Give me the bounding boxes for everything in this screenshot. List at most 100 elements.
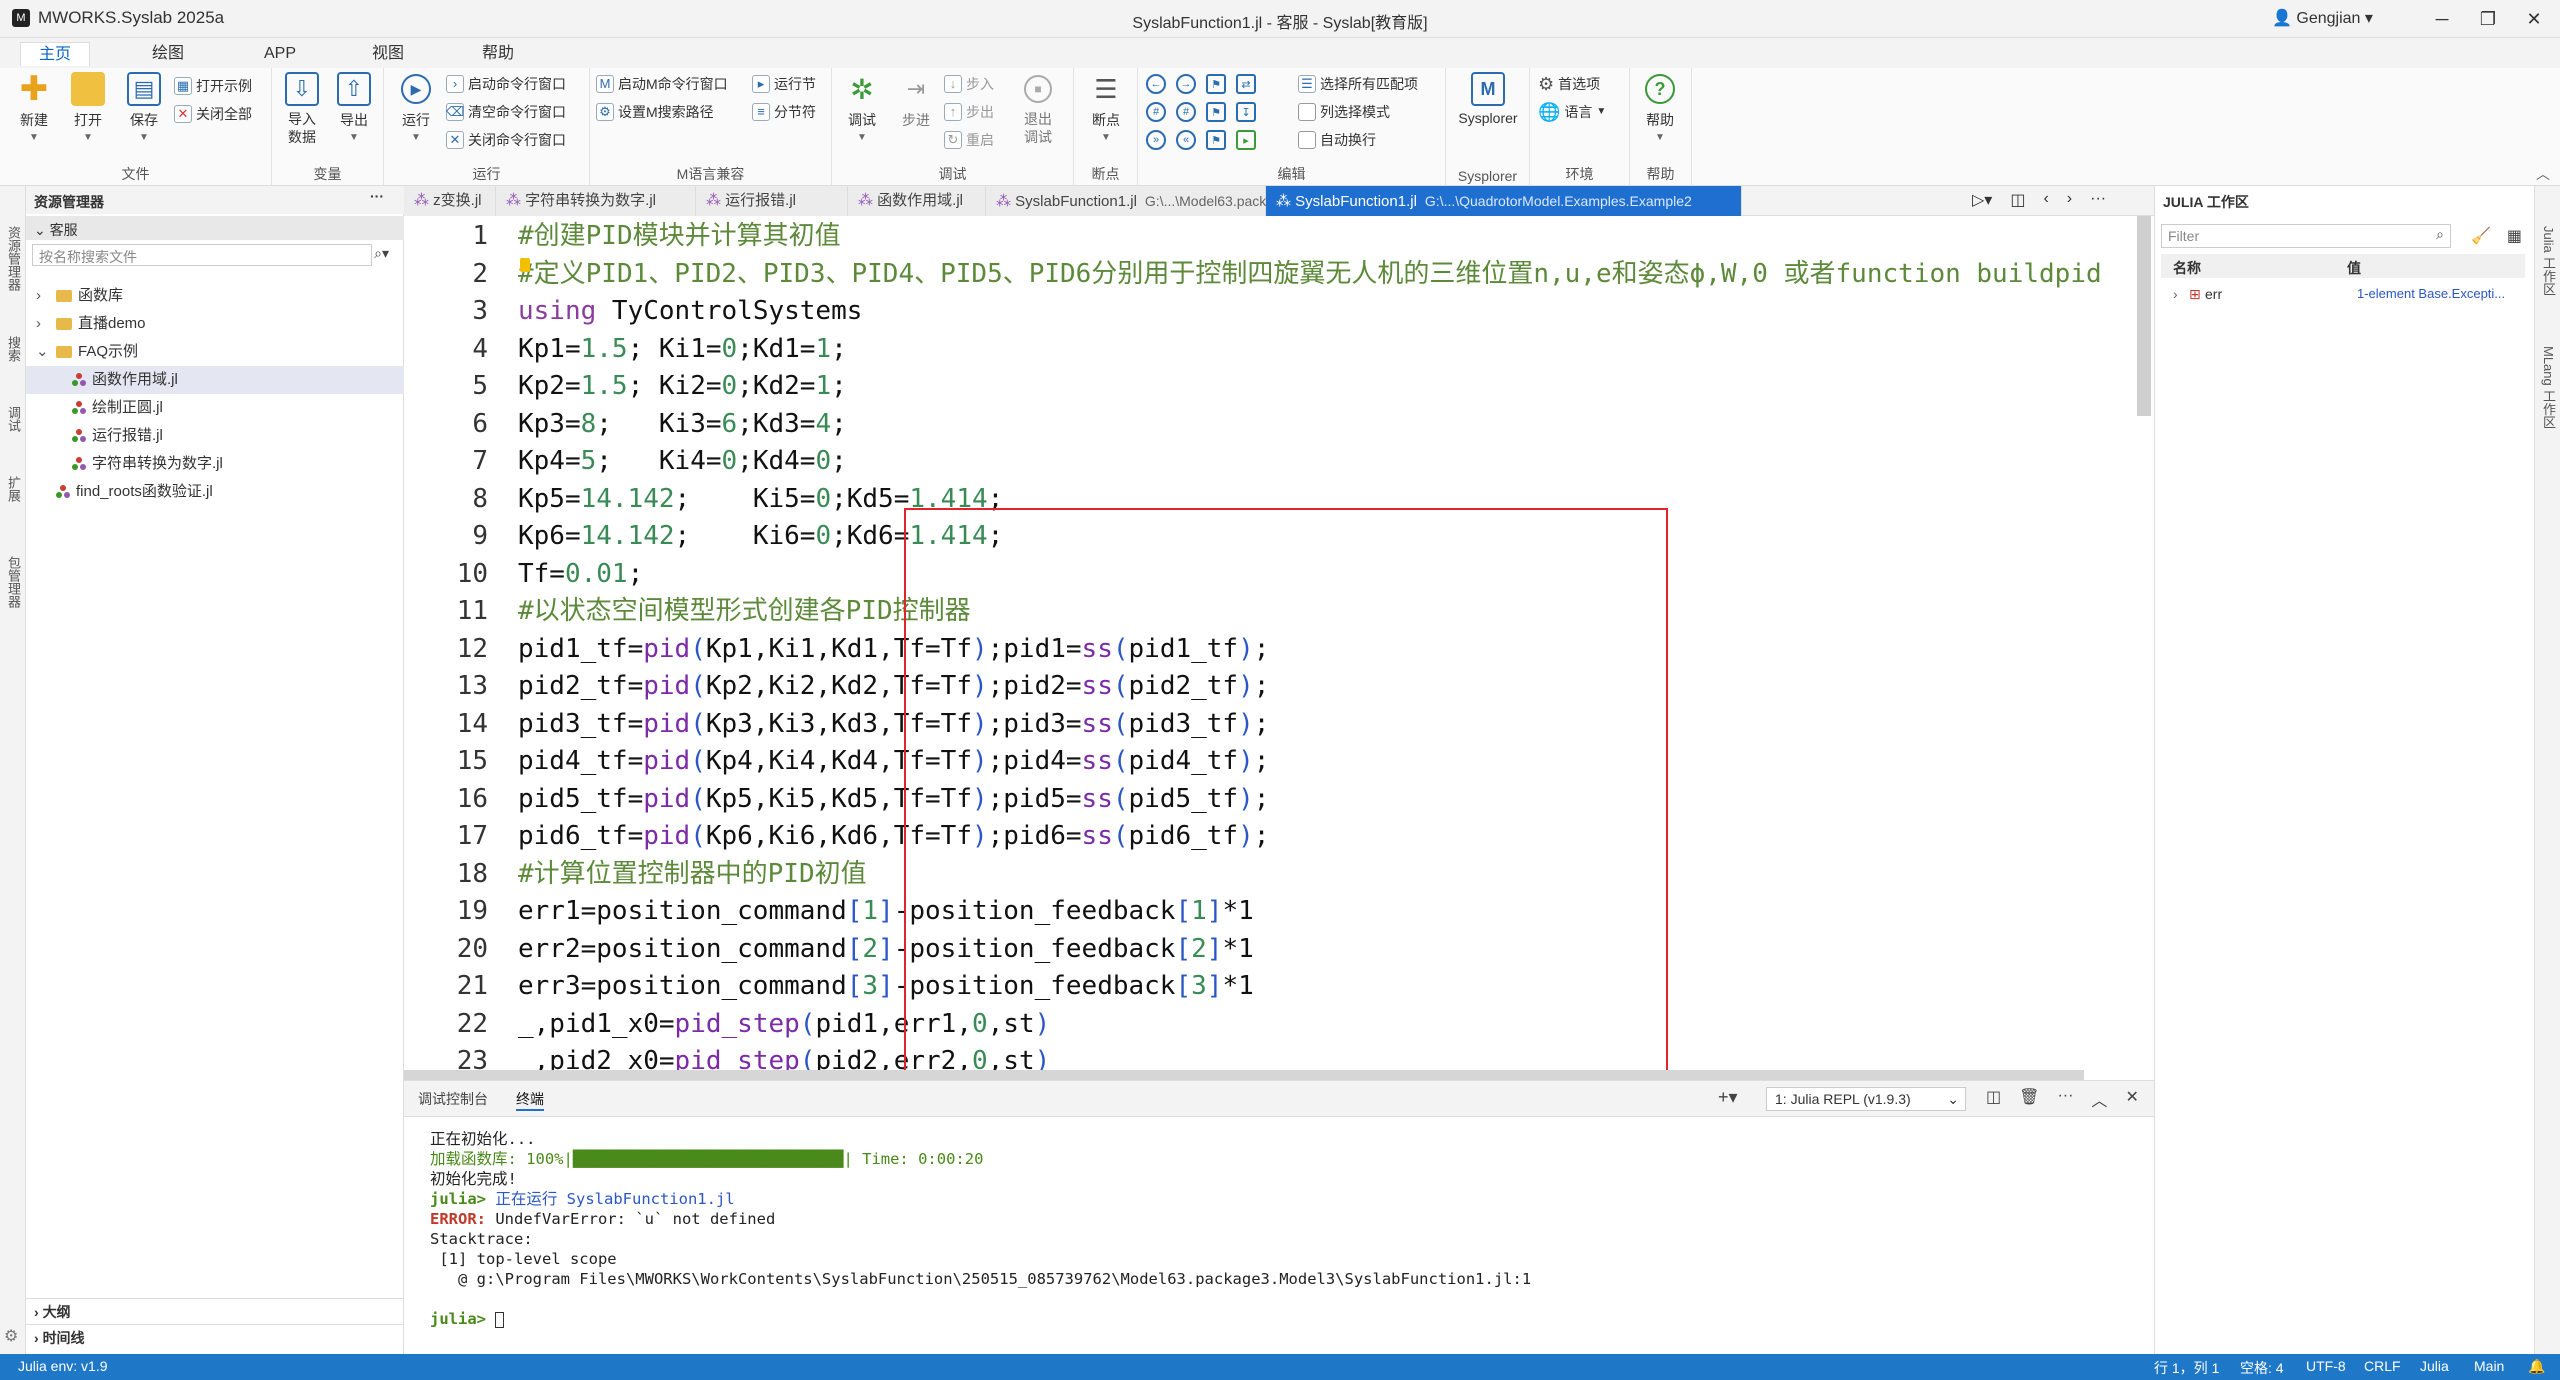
status-eol[interactable]: CRLF — [2364, 1358, 2401, 1374]
workspace-filter-input[interactable]: Filter ⌕ — [2161, 224, 2451, 248]
clear-cmd-button[interactable]: ⌫ 清空命令行窗口 — [446, 100, 566, 124]
minimize-button[interactable]: ─ — [2420, 4, 2464, 34]
set-m-path-button[interactable]: ⚙ 设置M搜索路径 — [596, 100, 714, 124]
outline-section[interactable]: › 大纲 — [26, 1298, 404, 1322]
status-encoding[interactable]: UTF-8 — [2306, 1358, 2346, 1374]
tab-debug-console[interactable]: 调试控制台 — [418, 1089, 488, 1109]
tab-view[interactable]: 视图 — [354, 42, 422, 66]
code-editor[interactable]: 1 #创建PID模块并计算其初值 2 #定义PID1、PID2、PID3、PID4、P… — [404, 216, 2154, 1080]
run-section-button[interactable]: ▸ 运行节 — [752, 72, 816, 96]
new-button[interactable]: ✚ 新建 ▼ — [8, 70, 60, 143]
tab-home[interactable]: 主页 — [20, 42, 91, 66]
editor-tab[interactable]: ⁂ z变换.jl — [404, 186, 496, 216]
grid-view-icon[interactable]: ▦ — [2507, 226, 2522, 246]
start-m-cmd-button[interactable]: M 启动M命令行窗口 — [596, 72, 728, 96]
breakpoint-button[interactable]: ☰ 断点 ▼ — [1080, 72, 1132, 144]
close-all-button[interactable]: ✕ 关闭全部 — [174, 102, 252, 126]
close-cmd-button[interactable]: ✕ 关闭命令行窗口 — [446, 128, 566, 152]
activity-extensions[interactable]: 扩展 — [3, 476, 23, 502]
maximize-button[interactable]: ❐ — [2466, 4, 2510, 34]
right-tab-mlang-workspace[interactable]: MLang 工作区 — [2538, 346, 2558, 428]
preferences-button[interactable]: ⚙ 首选项 — [1538, 72, 1600, 96]
split-terminal-icon[interactable]: ◫ — [1986, 1087, 2001, 1111]
editor-tab[interactable]: ⁂ 函数作用域.jl — [848, 186, 986, 216]
open-button[interactable]: 打开 ▼ — [62, 72, 114, 143]
nav-next-icon[interactable]: › — [2067, 190, 2072, 210]
column-mode-checkbox[interactable]: 列选择模式 — [1298, 100, 1390, 124]
tree-file[interactable]: 函数作用域.jl — [26, 366, 404, 394]
vertical-scrollbar[interactable] — [2137, 216, 2151, 416]
timeline-section[interactable]: › 时间线 — [26, 1324, 404, 1348]
activity-search[interactable]: 搜索 — [3, 336, 23, 362]
export-button[interactable]: ⇧ 导出 ▼ — [328, 72, 380, 143]
save-button[interactable]: ▤ 保存 ▼ — [118, 72, 170, 143]
status-env[interactable]: Julia env: v1.9 — [18, 1358, 108, 1374]
tree-file[interactable]: 运行报错.jl — [26, 422, 404, 450]
step-button[interactable]: ⇥ 步进 — [890, 72, 942, 130]
horizontal-scrollbar[interactable] — [404, 1070, 2084, 1080]
notification-icon[interactable]: 🔔 — [2528, 1358, 2545, 1375]
section-break-button[interactable]: ≡ 分节符 — [752, 100, 816, 124]
activity-debug[interactable]: 调试 — [3, 406, 23, 432]
run-selection-icon[interactable]: ▸ — [1236, 130, 1256, 150]
debug-button[interactable]: ✲ 调试 ▼ — [836, 72, 888, 144]
tree-folder[interactable]: › 直播demo — [26, 310, 404, 338]
user-menu[interactable]: 👤 Gengjian ▾ — [2272, 8, 2373, 28]
outdent-icon[interactable]: « — [1176, 130, 1196, 150]
help-button[interactable]: ? 帮助 ▼ — [1634, 72, 1686, 143]
uncomment-icon[interactable]: # — [1176, 102, 1196, 122]
tree-file[interactable]: 绘制正圆.jl — [26, 394, 404, 422]
status-language[interactable]: Julia — [2420, 1358, 2449, 1374]
status-spaces[interactable]: 空格: 4 — [2240, 1358, 2284, 1378]
indent-icon[interactable]: » — [1146, 130, 1166, 150]
terminal-cursor[interactable] — [495, 1311, 505, 1328]
workspace-row[interactable]: › ⊞ err 1-element Base.Excepti... — [2161, 282, 2525, 306]
tree-file[interactable]: find_roots函数验证.jl — [26, 478, 404, 506]
exit-debug-button[interactable]: ■ 退出调试 — [1012, 72, 1064, 146]
close-panel-icon[interactable]: ✕ — [2125, 1087, 2138, 1111]
find-replace-icon[interactable]: ⇄ — [1236, 74, 1256, 94]
sysplorer-button[interactable]: M Sysplorer — [1450, 72, 1526, 126]
tab-plot[interactable]: 绘图 — [134, 42, 202, 66]
nav-back-icon[interactable]: ← — [1146, 74, 1166, 94]
tab-help[interactable]: 帮助 — [464, 42, 532, 66]
editor-tab[interactable]: ⁂ 运行报错.jl — [696, 186, 848, 216]
lightbulb-icon[interactable] — [520, 258, 530, 272]
tree-folder[interactable]: ⌄ FAQ示例 — [26, 338, 404, 366]
more-icon[interactable]: ··· — [2057, 1087, 2073, 1111]
auto-wrap-checkbox[interactable]: 自动换行 — [1298, 128, 1376, 152]
step-in-button[interactable]: ↓ 步入 — [944, 72, 994, 96]
status-branch[interactable]: Main — [2474, 1358, 2504, 1374]
activity-package-manager[interactable]: 包管理器 — [3, 556, 23, 608]
start-cmd-button[interactable]: › 启动命令行窗口 — [446, 72, 566, 96]
trash-icon[interactable]: 🗑 — [2019, 1087, 2039, 1111]
expand-icon[interactable]: › — [2173, 286, 2178, 302]
import-data-button[interactable]: ⇩ 导入数据 — [276, 72, 328, 146]
maximize-panel-icon[interactable]: ︿ — [2091, 1087, 2107, 1111]
split-editor-icon[interactable]: ◫ — [2010, 190, 2025, 210]
bookmark-next-icon[interactable]: ⚑ — [1206, 130, 1226, 150]
bookmark-prev-icon[interactable]: ⚑ — [1206, 102, 1226, 122]
comment-icon[interactable]: # — [1146, 102, 1166, 122]
run-file-icon[interactable]: ▷▾ — [1972, 190, 1992, 210]
tree-file[interactable]: 字符串转换为数字.jl — [26, 450, 404, 478]
format-icon[interactable]: ↧ — [1236, 102, 1256, 122]
language-button[interactable]: 🌐 语言 ▼ — [1538, 100, 1606, 124]
close-button[interactable]: ✕ — [2512, 4, 2556, 34]
more-icon[interactable]: ··· — [370, 188, 384, 204]
status-cursor[interactable]: 行 1，列 1 — [2154, 1358, 2219, 1378]
repl-select[interactable]: 1: Julia REPL (v1.9.3) ⌄ — [1766, 1087, 1966, 1111]
right-tab-julia-workspace[interactable]: Julia 工作区 — [2538, 226, 2558, 295]
settings-gear-icon[interactable]: ⚙ — [4, 1326, 18, 1346]
activity-explorer[interactable]: 资源管理器 — [3, 226, 23, 291]
tab-app[interactable]: APP — [246, 42, 314, 66]
bookmark-icon[interactable]: ⚑ — [1206, 74, 1226, 94]
restart-button[interactable]: ↻ 重启 — [944, 128, 994, 152]
explorer-search-input[interactable]: 按名称搜索文件 ⌕▾ — [32, 244, 389, 266]
add-terminal-icon[interactable]: +▾ — [1718, 1087, 1738, 1108]
open-example-button[interactable]: ▦ 打开示例 — [174, 74, 252, 98]
clear-workspace-icon[interactable]: 🧹 — [2471, 226, 2491, 246]
editor-tab[interactable]: ⁂ SyslabFunction1.jl G:\...\Model63.packa… — [986, 186, 1347, 216]
explorer-root[interactable]: ⌄ 客服 — [26, 216, 404, 240]
tree-folder[interactable]: › 函数库 — [26, 282, 404, 310]
